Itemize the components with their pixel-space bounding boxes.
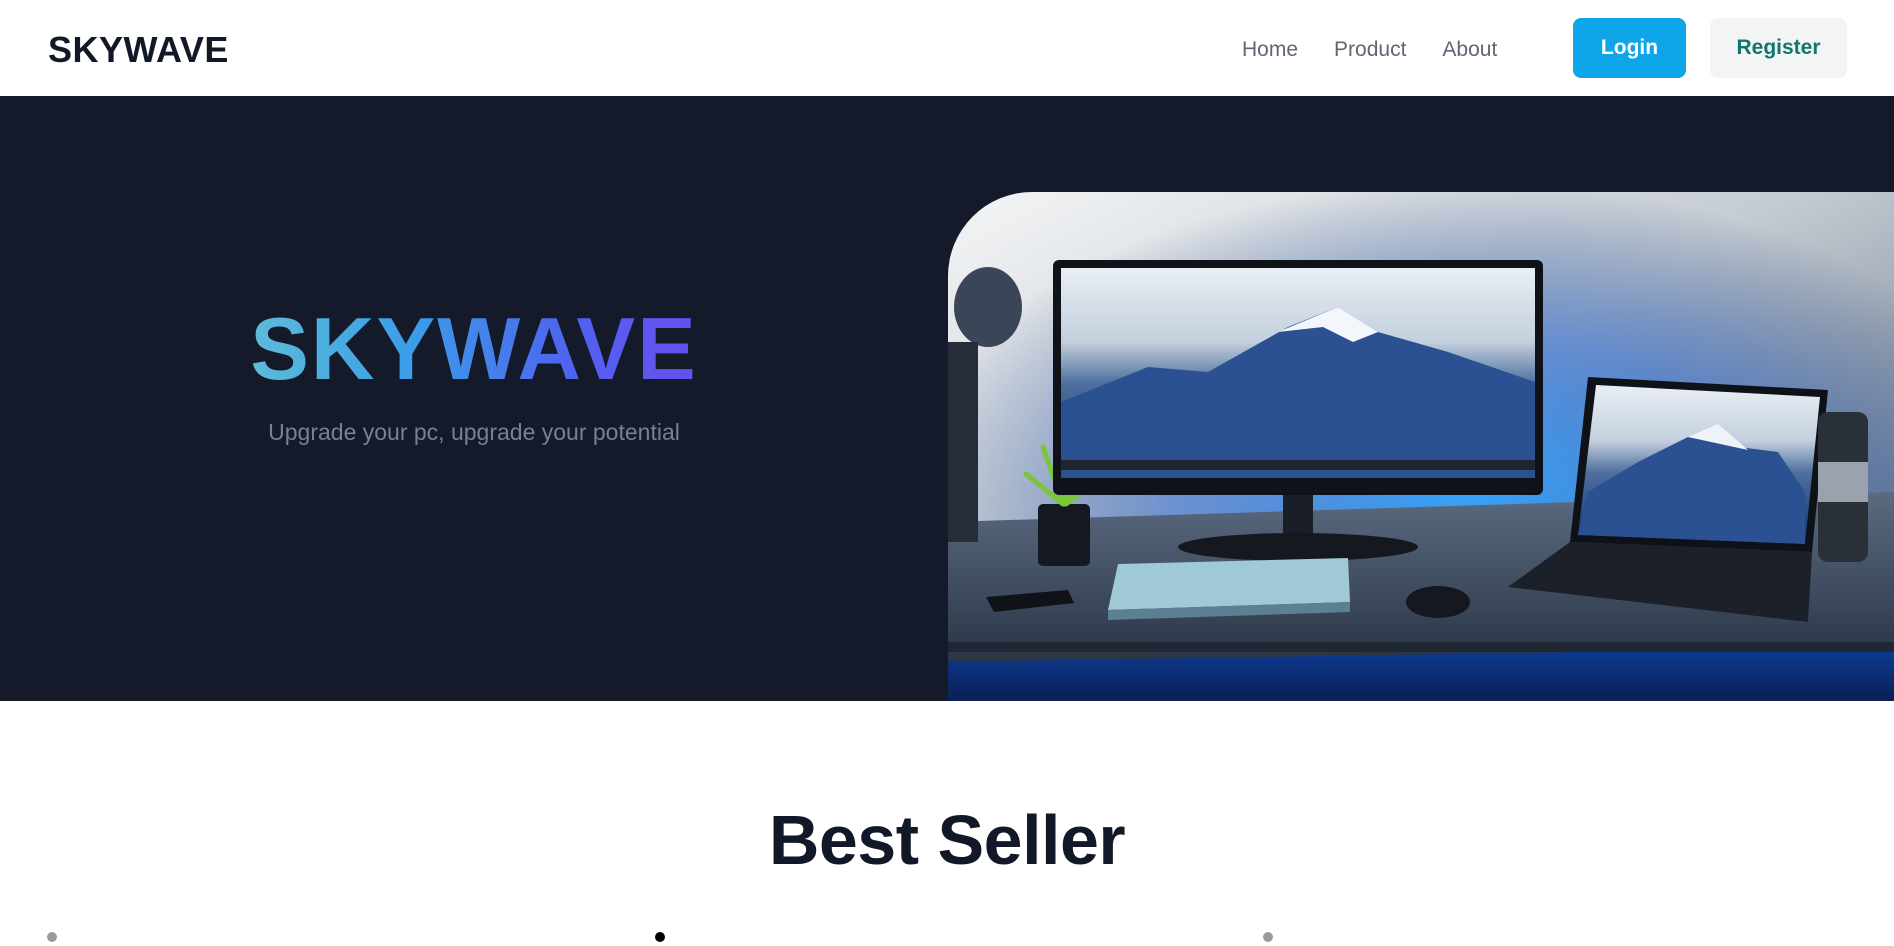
login-button[interactable]: Login <box>1573 18 1686 78</box>
hero-section: SKYWAVE Upgrade your pc, upgrade your po… <box>0 96 1894 701</box>
hero-image <box>948 192 1894 701</box>
nav-link-home[interactable]: Home <box>1242 30 1298 70</box>
nav-links: Home Product About <box>1242 30 1533 70</box>
register-button[interactable]: Register <box>1710 18 1847 78</box>
carousel-dot-1[interactable] <box>47 932 57 942</box>
brand-logo[interactable]: SKYWAVE <box>48 28 229 72</box>
nav-link-product[interactable]: Product <box>1334 30 1406 70</box>
carousel-dot-3[interactable] <box>1263 932 1273 942</box>
best-seller-title: Best Seller <box>768 801 1126 879</box>
hero-title: SKYWAVE <box>200 299 748 399</box>
hero-subtitle: Upgrade your pc, upgrade your potential <box>268 419 680 445</box>
nav-link-about[interactable]: About <box>1442 30 1497 70</box>
desk-setup-photo <box>948 192 1894 701</box>
carousel-dot-2-active[interactable] <box>655 932 665 942</box>
navbar: SKYWAVE Home Product About Login Registe… <box>0 0 1894 96</box>
